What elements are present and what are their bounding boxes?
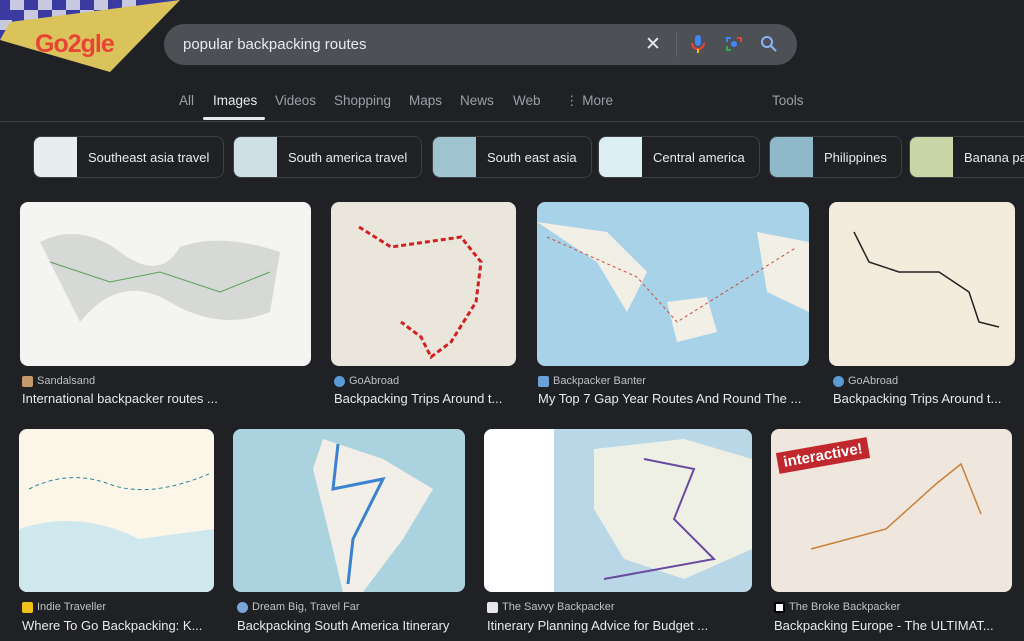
result-image-5[interactable] (19, 429, 214, 592)
result-image-7[interactable] (484, 429, 752, 592)
result-title[interactable]: Where To Go Backpacking: K... (22, 618, 202, 633)
europe-route-map-image (853, 231, 1000, 328)
result-image-2[interactable] (331, 202, 516, 366)
tab-more[interactable]: ⋮ More (565, 93, 613, 109)
favicon-icon (22, 601, 33, 613)
tab-maps[interactable]: Maps (409, 93, 442, 108)
result-source[interactable]: Sandalsand (22, 375, 95, 387)
south-america-map-image (313, 439, 433, 592)
europe-itinerary-map-image (484, 429, 752, 592)
search-icon[interactable] (758, 33, 780, 55)
clear-icon[interactable]: ✕ (642, 33, 664, 55)
tools-button[interactable]: Tools (772, 93, 804, 108)
result-image-6[interactable] (233, 429, 465, 592)
favicon-icon (237, 601, 248, 613)
result-image-4[interactable] (829, 202, 1015, 366)
lens-icon[interactable] (723, 33, 745, 55)
tab-web[interactable]: Web (513, 93, 541, 108)
chip-thumbnail (234, 137, 277, 177)
asia-map-image (19, 473, 214, 592)
result-title[interactable]: Backpacking South America Itinerary (237, 618, 449, 633)
chip-banana-pancake[interactable]: Banana pa (909, 136, 1024, 178)
result-title[interactable]: Backpacking Trips Around t... (334, 391, 502, 406)
chip-thumbnail (910, 137, 953, 177)
result-source[interactable]: Dream Big, Travel Far (237, 601, 360, 613)
chip-south-america-travel[interactable]: South america travel (233, 136, 423, 178)
result-source[interactable]: GoAbroad (833, 375, 898, 387)
tab-shopping[interactable]: Shopping (334, 93, 391, 108)
chip-thumbnail (34, 137, 77, 177)
search-bar[interactable]: popular backpacking routes ✕ (164, 24, 797, 65)
active-tab-indicator (203, 117, 265, 120)
world-map-image (40, 234, 280, 322)
result-source[interactable]: The Savvy Backpacker (487, 601, 615, 613)
tab-all[interactable]: All (179, 93, 194, 108)
favicon-icon (833, 375, 844, 387)
result-title[interactable]: Itinerary Planning Advice for Budget ... (487, 618, 708, 633)
favicon-icon (334, 375, 345, 387)
favicon-icon (774, 601, 785, 613)
chip-southeast-asia-travel[interactable]: Southeast asia travel (33, 136, 225, 178)
divider (676, 32, 677, 57)
result-image-1[interactable] (20, 202, 311, 366)
chip-philippines[interactable]: Philippines (769, 136, 902, 178)
chip-south-east-asia[interactable]: South east asia (432, 136, 592, 178)
favicon-icon (22, 375, 33, 387)
favicon-icon (487, 601, 498, 613)
divider (0, 121, 1024, 122)
favicon-icon (538, 375, 549, 387)
tab-images[interactable]: Images (213, 93, 257, 108)
result-title[interactable]: My Top 7 Gap Year Routes And Round The .… (538, 391, 801, 406)
tab-videos[interactable]: Videos (275, 93, 316, 108)
europe-map-image (358, 225, 483, 360)
chip-thumbnail (770, 137, 813, 177)
result-source[interactable]: The Broke Backpacker (774, 601, 900, 613)
chip-thumbnail (433, 137, 476, 177)
search-input[interactable]: popular backpacking routes (183, 36, 366, 53)
chip-thumbnail (599, 137, 642, 177)
microphone-icon[interactable] (687, 33, 709, 55)
result-source[interactable]: Backpacker Banter (538, 375, 646, 387)
result-image-3[interactable] (537, 202, 809, 366)
more-vert-icon: ⋮ (565, 93, 583, 108)
world-route-map-image (537, 222, 809, 342)
result-source[interactable]: GoAbroad (334, 375, 399, 387)
result-title[interactable]: Backpacking Trips Around t... (833, 391, 1001, 406)
google-logo[interactable]: Go2gle (35, 30, 115, 59)
result-image-8[interactable]: interactive! (771, 429, 1012, 592)
chip-central-america[interactable]: Central america (598, 136, 760, 178)
result-title[interactable]: International backpacker routes ... (22, 391, 218, 406)
result-title[interactable]: Backpacking Europe - The ULTIMAT... (774, 618, 994, 633)
result-source[interactable]: Indie Traveller (22, 601, 106, 613)
tab-news[interactable]: News (460, 93, 494, 108)
